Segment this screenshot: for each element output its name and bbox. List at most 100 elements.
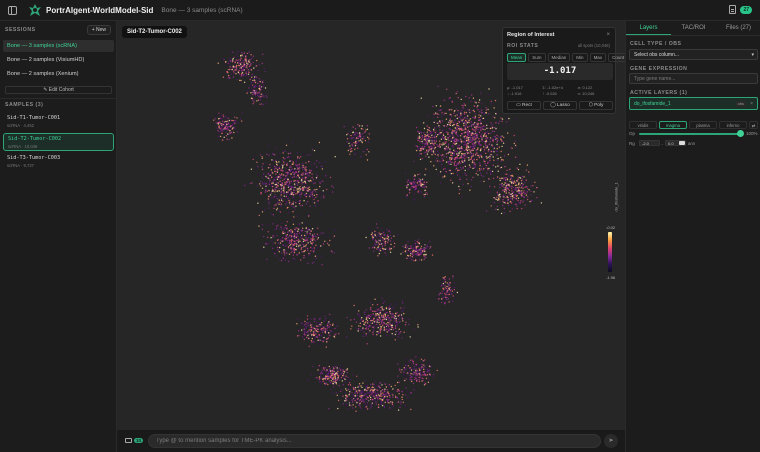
sample-item-c001[interactable]: Sid-T1-Tumor-C001 scRNA · 4,452 [3, 113, 114, 131]
umap-point [278, 199, 280, 201]
umap-point [465, 143, 467, 145]
umap-point [441, 120, 444, 122]
umap-point [298, 227, 300, 229]
umap-point [444, 141, 446, 143]
umap-point [458, 161, 461, 163]
umap-point [433, 130, 435, 132]
umap-point [299, 188, 302, 190]
sample-item-c003[interactable]: Sid-T3-Tumor-C003 scRNA · 9,727 [3, 153, 114, 171]
umap-point [489, 155, 491, 157]
umap-canvas[interactable]: Sid-T2-Tumor-C002 Region of Interest × R… [117, 21, 629, 452]
edit-cohort-button[interactable]: ✎ Edit Cohort [5, 86, 112, 94]
umap-point [511, 190, 513, 192]
umap-point [306, 194, 308, 196]
umap-point [486, 162, 489, 165]
umap-point [256, 161, 258, 163]
umap-point [462, 107, 465, 110]
umap-point [345, 388, 347, 390]
umap-point [302, 246, 304, 249]
session-item-xenium[interactable]: Bone — 2 samples (Xenium) [3, 68, 114, 80]
umap-point [323, 382, 326, 385]
umap-point [368, 316, 371, 318]
umap-point [278, 245, 280, 247]
umap-point [509, 180, 511, 183]
umap-point [326, 325, 328, 327]
umap-point [287, 192, 289, 194]
session-item-scrna[interactable]: Bone — 3 samples (scRNA) [3, 40, 114, 52]
umap-point [509, 147, 512, 149]
umap-point [428, 141, 430, 143]
umap-point [310, 250, 312, 252]
umap-point [403, 312, 405, 315]
umap-point [422, 186, 424, 188]
umap-point [321, 370, 323, 372]
umap-point [350, 319, 352, 321]
umap-point [492, 149, 494, 151]
sample-item-c002[interactable]: Sid-T2-Tumor-C002 scRNA · 10,046 [3, 133, 114, 151]
umap-point [365, 311, 367, 314]
umap-point [350, 405, 352, 407]
umap-point [493, 151, 495, 153]
umap-point [298, 202, 301, 205]
umap-point [257, 174, 259, 176]
umap-point [329, 239, 331, 242]
sidebar-toggle-icon[interactable] [8, 5, 17, 15]
umap-point [297, 230, 299, 232]
umap-point [320, 334, 323, 336]
umap-point [442, 137, 444, 139]
umap-point [295, 249, 297, 251]
session-item-visiumhd[interactable]: Bone — 2 samples (VisiumHD) [3, 54, 114, 66]
notification-badge[interactable]: 27 [740, 5, 752, 14]
umap-point [288, 189, 290, 191]
umap-point [309, 179, 312, 182]
umap-point [502, 200, 504, 203]
umap-point [408, 323, 410, 326]
umap-point [339, 369, 342, 371]
document-icon[interactable] [729, 5, 737, 14]
umap-point [508, 189, 511, 192]
umap-point [236, 65, 238, 67]
umap-point [315, 257, 317, 259]
sidebar-divider [0, 98, 117, 99]
umap-point [475, 102, 477, 104]
umap-point [410, 256, 412, 259]
umap-point [502, 142, 505, 144]
umap-point [464, 140, 466, 143]
umap-point [467, 142, 469, 145]
umap-point [267, 198, 269, 200]
umap-point [273, 207, 275, 210]
umap-point [311, 164, 313, 166]
umap-point [275, 166, 277, 168]
umap-point [389, 245, 392, 247]
umap-point [289, 152, 292, 154]
umap-point [370, 393, 372, 395]
umap-point [500, 117, 502, 119]
umap-point [309, 205, 311, 207]
umap-point [426, 374, 428, 376]
umap-point [325, 375, 328, 378]
umap-point [390, 328, 392, 331]
umap-point [410, 408, 412, 411]
umap-point [433, 121, 435, 124]
umap-point [378, 248, 380, 251]
umap-point [443, 143, 445, 146]
new-session-button[interactable]: + New [86, 25, 111, 35]
umap-point [526, 185, 528, 188]
umap-point [392, 388, 394, 390]
umap-point [476, 170, 479, 172]
umap-point [387, 314, 389, 317]
umap-point [267, 173, 270, 176]
umap-point [482, 126, 485, 129]
umap-point [281, 222, 283, 225]
umap-point [235, 68, 238, 70]
umap-point [465, 116, 467, 118]
umap-point [221, 131, 223, 133]
umap-point [462, 117, 464, 119]
umap-point [407, 245, 410, 247]
umap-point [379, 233, 381, 235]
umap-point [421, 377, 423, 379]
umap-point [425, 186, 428, 188]
umap-point [229, 77, 231, 79]
umap-point [300, 322, 303, 324]
umap-point [220, 127, 222, 130]
